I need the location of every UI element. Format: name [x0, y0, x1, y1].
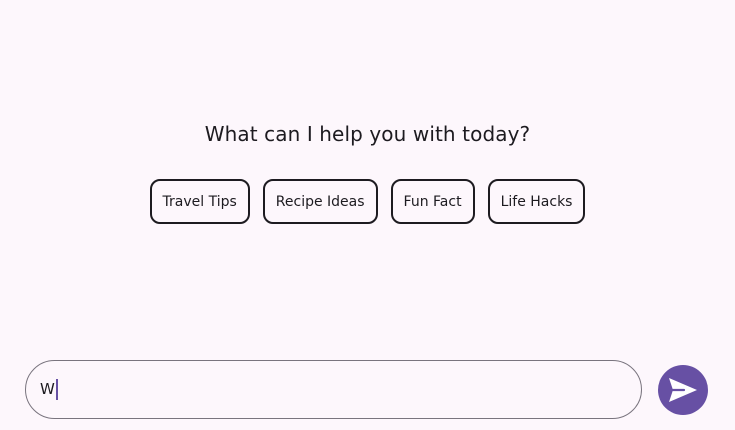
chip-recipe-ideas[interactable]: Recipe Ideas [262, 179, 378, 224]
send-button[interactable] [658, 365, 708, 415]
message-composer[interactable]: W [25, 360, 642, 419]
chip-fun-fact[interactable]: Fun Fact [390, 179, 475, 224]
chip-life-hacks[interactable]: Life Hacks [487, 179, 586, 224]
prompt-title: What can I help you with today? [204, 122, 531, 146]
text-caret [56, 379, 58, 400]
chip-travel-tips[interactable]: Travel Tips [149, 179, 250, 224]
suggestion-chips: Travel Tips Recipe Ideas Fun Fact Life H… [0, 179, 735, 224]
send-icon [669, 378, 697, 402]
message-input[interactable]: W [40, 380, 55, 398]
